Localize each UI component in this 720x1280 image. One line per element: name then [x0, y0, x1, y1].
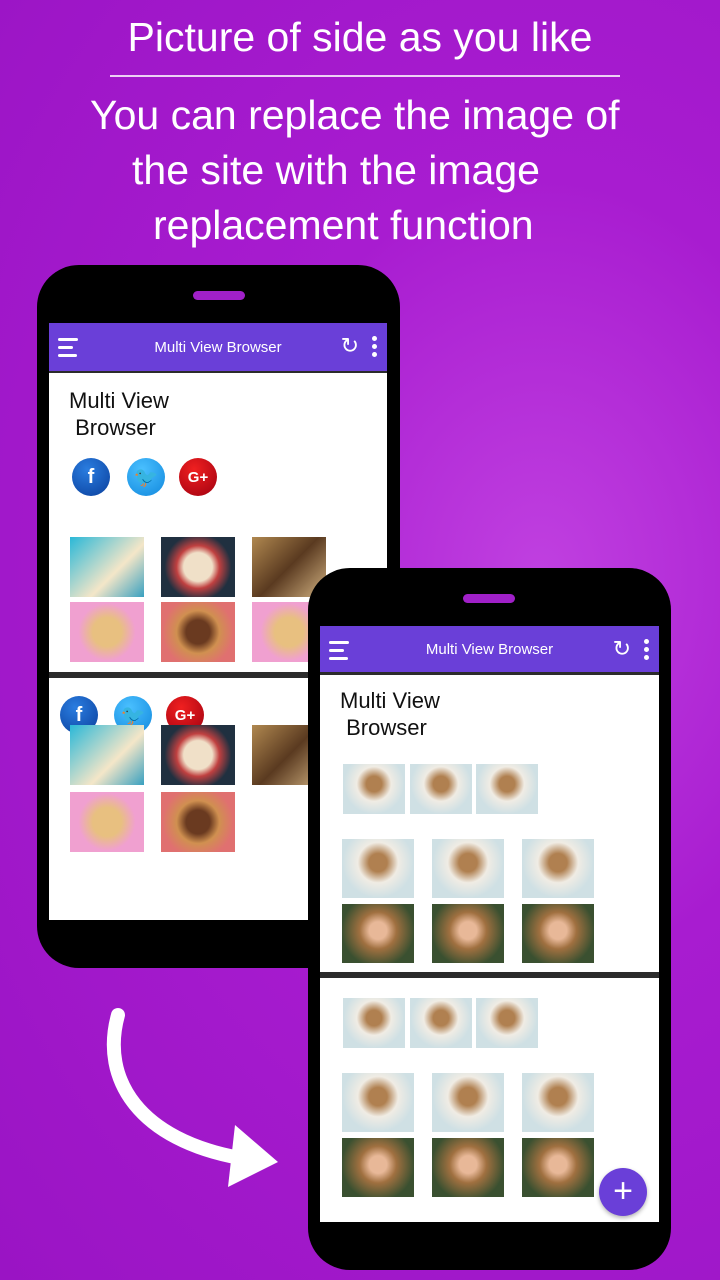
menu-icon[interactable]: [58, 338, 78, 357]
thumbnail-image[interactable]: [70, 537, 144, 597]
refresh-icon[interactable]: ↻: [613, 638, 631, 660]
promo-subtitle-line: You can replace the image of: [90, 92, 620, 138]
thumbnail-image[interactable]: [342, 1073, 414, 1132]
facebook-icon[interactable]: f: [72, 458, 110, 496]
thumbnail-image[interactable]: [522, 904, 594, 963]
thumbnail-image[interactable]: [410, 764, 472, 814]
thumbnail-image[interactable]: [522, 1138, 594, 1197]
thumbnail-image[interactable]: [432, 1138, 504, 1197]
promo-headline: Picture of side as you like: [127, 14, 593, 60]
arrow-icon: [106, 1008, 278, 1187]
thumbnail-image[interactable]: [410, 998, 472, 1048]
thumbnail-image[interactable]: [343, 998, 405, 1048]
browser-panel[interactable]: Multi View Browser: [320, 675, 659, 972]
phone-screen: Multi View Browser ↻ Multi View Browser …: [320, 626, 659, 1222]
google-plus-icon[interactable]: G+: [179, 458, 217, 496]
twitter-icon[interactable]: 🐦: [127, 458, 165, 496]
thumbnail-image[interactable]: [342, 839, 414, 898]
more-options-icon[interactable]: [644, 639, 649, 663]
thumbnail-image[interactable]: [161, 537, 235, 597]
thumbnail-image[interactable]: [161, 725, 235, 785]
app-toolbar: Multi View Browser ↻: [320, 626, 659, 672]
add-fab-button[interactable]: +: [599, 1168, 647, 1216]
phone-speaker: [463, 594, 515, 603]
thumbnail-image[interactable]: [522, 839, 594, 898]
thumbnail-image[interactable]: [70, 602, 144, 662]
phone-speaker: [193, 291, 245, 300]
app-toolbar: Multi View Browser ↻: [49, 323, 387, 371]
thumbnail-image[interactable]: [476, 764, 538, 814]
refresh-icon[interactable]: ↻: [341, 335, 359, 357]
thumbnail-image[interactable]: [342, 1138, 414, 1197]
thumbnail-image[interactable]: [432, 839, 504, 898]
thumbnail-image[interactable]: [70, 725, 144, 785]
page-heading: Multi View Browser: [340, 688, 440, 740]
thumbnail-image[interactable]: [432, 1073, 504, 1132]
page-heading: Multi View Browser: [69, 388, 169, 440]
phone-after: Multi View Browser ↻ Multi View Browser …: [308, 568, 671, 1270]
thumbnail-image[interactable]: [476, 998, 538, 1048]
thumbnail-image[interactable]: [161, 602, 235, 662]
app-title: Multi View Browser: [425, 640, 554, 658]
more-options-icon[interactable]: [372, 336, 377, 360]
thumbnail-image[interactable]: [343, 764, 405, 814]
divider: [110, 75, 620, 77]
promo-subtitle-line: the site with the image: [132, 147, 540, 193]
thumbnail-image[interactable]: [432, 904, 504, 963]
promo-subtitle-line: replacement function: [153, 202, 534, 248]
thumbnail-image[interactable]: [342, 904, 414, 963]
app-title: Multi View Browser: [154, 338, 282, 356]
thumbnail-image[interactable]: [522, 1073, 594, 1132]
thumbnail-image[interactable]: [70, 792, 144, 852]
thumbnail-image[interactable]: [161, 792, 235, 852]
menu-icon[interactable]: [329, 641, 349, 660]
